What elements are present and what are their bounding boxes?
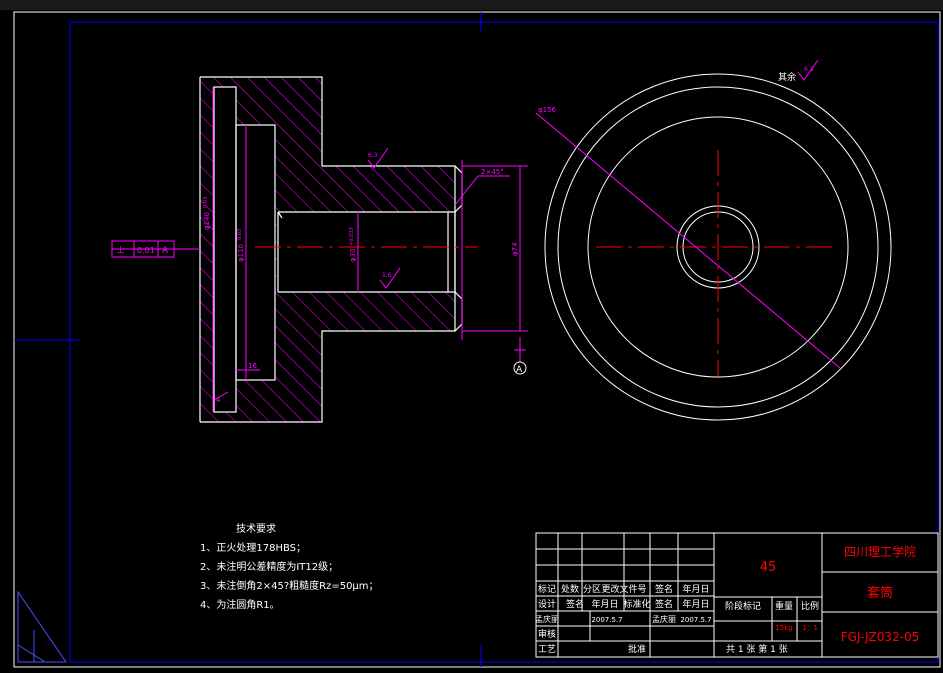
left-label-2: 审核 bbox=[538, 628, 556, 640]
drawing-no: FGJ-JZ032-05 bbox=[841, 630, 920, 644]
row-std-date: 年月日 bbox=[682, 598, 709, 610]
rest-label: 其余 bbox=[778, 71, 796, 83]
row-std-sign: 签名 bbox=[655, 598, 673, 610]
weight-value: 15kg bbox=[775, 624, 792, 632]
section-view: ⊥ 0.01 A A φ140 0.03 φ110 0.03 φ30 +0.03… bbox=[111, 76, 528, 423]
weight-label: 重量 bbox=[775, 600, 793, 612]
tolerance-datum: A bbox=[162, 246, 169, 256]
hdr-zone: 分区 bbox=[583, 584, 601, 595]
dim-d-left-tol: 0.03 bbox=[203, 197, 209, 208]
row-design-sign: 签名 bbox=[566, 598, 584, 610]
datum-label: A bbox=[516, 365, 523, 375]
sheet-info: 共 1 张 第 1 张 bbox=[726, 643, 788, 655]
bore-cavity bbox=[278, 212, 455, 292]
dim-4: 4 bbox=[216, 396, 221, 404]
tolerance-value: 0.01 bbox=[137, 246, 155, 255]
left-label-1: 孟庆丽 bbox=[535, 614, 559, 624]
stage-label: 阶段标记 bbox=[725, 600, 761, 612]
tech-item-1: 1、正火处理178HBS； bbox=[200, 543, 307, 554]
tech-item-3: 3、未注倒角2×45?粗糙度Rz=50μm； bbox=[200, 581, 379, 592]
tech-title: 技术要求 bbox=[236, 524, 276, 535]
school: 四川理工学院 bbox=[844, 544, 916, 559]
end-view: φ156 其余 6.3 bbox=[535, 59, 892, 421]
title-block-texts: 45 四川理工学院 套筒 FGJ-JZ032-05 标记 处数 分区 更改文件号… bbox=[535, 544, 919, 655]
tech-item-2: 2、未注明公差精度为IT12级； bbox=[200, 562, 339, 573]
top-bar bbox=[0, 0, 943, 10]
part-name: 套筒 bbox=[867, 585, 893, 601]
hdr-change: 更改文件号 bbox=[601, 583, 646, 595]
material: 45 bbox=[760, 560, 777, 575]
hdr-count: 处数 bbox=[561, 583, 579, 595]
tech-requirements: 技术要求 1、正火处理178HBS； 2、未注明公差精度为IT12级； 3、未注… bbox=[200, 520, 379, 615]
dim-d-bore: φ30 bbox=[349, 248, 357, 262]
hdr-date: 年月日 bbox=[682, 583, 709, 595]
dim-d-bore-tol: +0.033 bbox=[349, 227, 355, 246]
tech-item-4: 4、为注圆角R1。 bbox=[200, 600, 280, 611]
tolerance-symbol: ⊥ bbox=[116, 245, 125, 256]
roughness-top: 6.3 bbox=[368, 152, 378, 159]
row-design-date: 年月日 bbox=[591, 598, 618, 610]
scale-label: 比例 bbox=[801, 600, 819, 612]
row-std: 标准化 bbox=[623, 598, 650, 610]
date2: 2007.5.7 bbox=[680, 616, 711, 624]
name2: 孟庆丽 bbox=[652, 614, 676, 624]
dim-16: 16 bbox=[248, 362, 257, 370]
rest-roughness: 6.3 bbox=[804, 66, 814, 73]
dim-d-inner-tol: 0.03 bbox=[237, 229, 243, 240]
approve: 批准 bbox=[628, 643, 646, 655]
dim-outer-text: φ156 bbox=[538, 106, 557, 114]
row-design: 设计 bbox=[538, 598, 556, 610]
dim-d-left: φ140 bbox=[203, 212, 211, 230]
left-groove bbox=[214, 87, 236, 412]
ucs-icon bbox=[17, 590, 67, 663]
roughness-bore: 1.6 bbox=[382, 272, 392, 279]
dim-d-shaft: φ74 bbox=[511, 242, 519, 256]
dim-d-inner: φ110 bbox=[237, 244, 245, 262]
scale-value: 1：1 bbox=[802, 624, 818, 632]
hdr-mark: 标记 bbox=[538, 583, 556, 595]
cad-drawing: ⊥ 0.01 A A φ140 0.03 φ110 0.03 φ30 +0.03… bbox=[0, 0, 943, 668]
left-label-3: 工艺 bbox=[538, 644, 556, 655]
date1: 2007.5.7 bbox=[591, 616, 622, 624]
hdr-sign: 签名 bbox=[655, 583, 673, 595]
dim-chamfer: 2×45° bbox=[481, 168, 504, 176]
